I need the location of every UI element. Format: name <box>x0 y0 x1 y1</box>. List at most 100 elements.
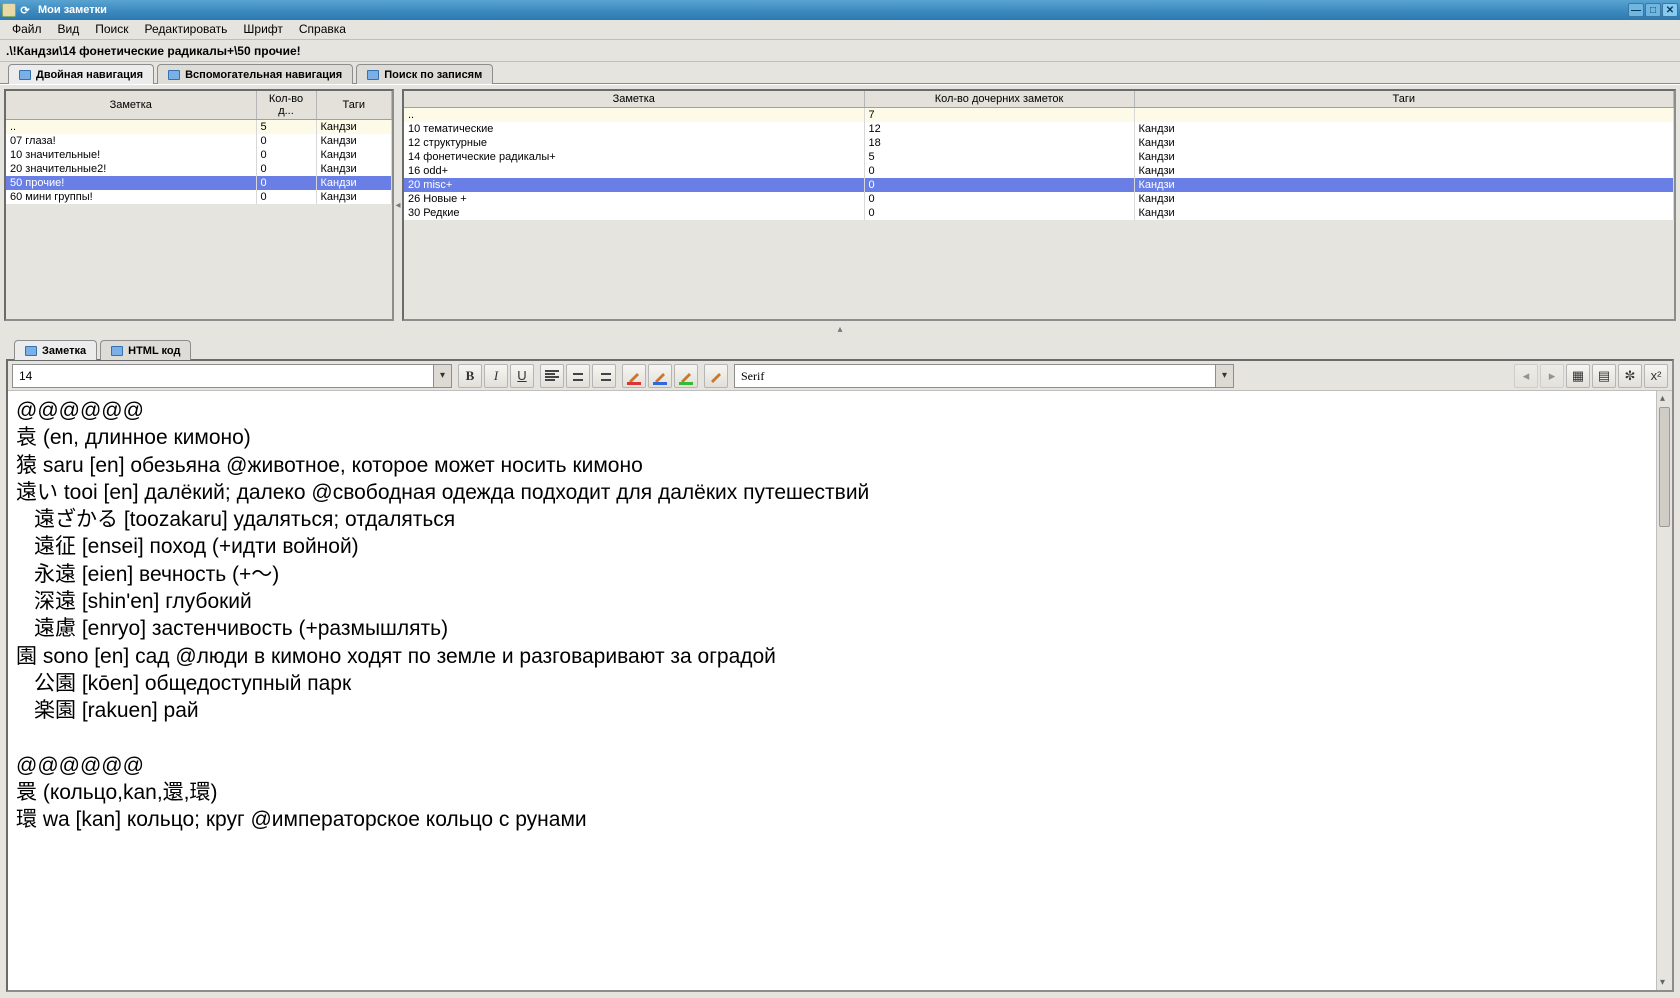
note-editor[interactable]: @@@@@@袁 (en, длинное кимоно)猿 saru [en] … <box>8 391 1656 990</box>
table-cell: Кандзи <box>1134 136 1674 150</box>
table-row[interactable]: 10 тематические12Кандзи <box>404 122 1674 136</box>
table-cell: 12 структурные <box>404 136 864 150</box>
table-cell: 16 odd+ <box>404 164 864 178</box>
scrollbar-thumb[interactable] <box>1659 407 1670 527</box>
refresh-icon: ⟳ <box>18 3 32 17</box>
table-cell: Кандзи <box>1134 192 1674 206</box>
font-size-combo[interactable]: 14 <box>12 364 452 388</box>
vertical-splitter[interactable] <box>394 89 402 321</box>
left-tree[interactable]: ЗаметкаКол-во д...Таги..5Кандзи07 глаза!… <box>4 89 394 321</box>
table-row[interactable]: 20 misc+0Кандзи <box>404 178 1674 192</box>
table-row[interactable]: 30 Редкие0Кандзи <box>404 206 1674 220</box>
breadcrumb: .\!Кандзи\14 фонетические радикалы+\50 п… <box>0 40 1680 62</box>
editor-toolbar: 14 B I U <box>8 361 1672 391</box>
horizontal-splitter[interactable] <box>0 325 1680 333</box>
settings-button[interactable]: ✼ <box>1618 364 1642 388</box>
column-header[interactable]: Заметка <box>6 91 256 120</box>
table-cell: 26 Новые + <box>404 192 864 206</box>
editor-scrollbar[interactable] <box>1656 391 1672 990</box>
column-header[interactable]: Заметка <box>404 91 864 108</box>
table-row[interactable]: 10 значительные!0Кандзи <box>6 148 392 162</box>
tab-note[interactable]: Заметка <box>14 340 97 360</box>
note-line: 深遠 [shin'en] глубокий <box>16 588 1648 615</box>
tab-aux-nav[interactable]: Вспомогательная навигация <box>157 64 353 84</box>
insert-table-button[interactable]: ▦ <box>1566 364 1590 388</box>
menu-help[interactable]: Справка <box>291 19 354 39</box>
superscript-button[interactable]: x² <box>1644 364 1668 388</box>
insert-image-button[interactable]: ▤ <box>1592 364 1616 388</box>
table-cell: 50 прочие! <box>6 176 256 190</box>
table-row[interactable]: 14 фонетические радикалы+5Кандзи <box>404 150 1674 164</box>
menu-search[interactable]: Поиск <box>87 19 136 39</box>
tab-label: HTML код <box>128 345 180 357</box>
tab-dual-nav[interactable]: Двойная навигация <box>8 64 154 84</box>
table-cell: 14 фонетические радикалы+ <box>404 150 864 164</box>
menu-edit[interactable]: Редактировать <box>137 19 236 39</box>
table-row[interactable]: 60 мини группы!0Кандзи <box>6 190 392 204</box>
text-color-red-button[interactable] <box>622 364 646 388</box>
table-cell: 18 <box>864 136 1134 150</box>
align-left-button[interactable] <box>540 364 564 388</box>
table-row[interactable]: 20 значительные2!0Кандзи <box>6 162 392 176</box>
table-row[interactable]: 26 Новые +0Кандзи <box>404 192 1674 206</box>
menu-view[interactable]: Вид <box>50 19 88 39</box>
font-family-combo[interactable]: Serif <box>734 364 1234 388</box>
minimize-button[interactable]: — <box>1628 3 1644 17</box>
pencil-icon <box>679 369 693 383</box>
dropdown-arrow-icon[interactable] <box>1215 365 1233 387</box>
align-center-button[interactable] <box>566 364 590 388</box>
table-cell: Кандзи <box>316 176 392 190</box>
note-line: 猿 saru [en] обезьяна @животное, которое … <box>16 452 1648 479</box>
table-cell <box>1134 108 1674 122</box>
table-cell: .. <box>6 120 256 134</box>
left-table[interactable]: ЗаметкаКол-во д...Таги..5Кандзи07 глаза!… <box>6 91 392 204</box>
dropdown-arrow-icon[interactable] <box>433 365 451 387</box>
table-cell: 20 misc+ <box>404 178 864 192</box>
text-color-green-button[interactable] <box>674 364 698 388</box>
column-header[interactable]: Кол-во дочерних заметок <box>864 91 1134 108</box>
table-cell: 5 <box>256 120 316 134</box>
table-cell: 07 глаза! <box>6 134 256 148</box>
align-left-icon <box>545 370 559 382</box>
column-header[interactable]: Кол-во д... <box>256 91 316 120</box>
note-line <box>16 725 1648 752</box>
menu-font[interactable]: Шрифт <box>235 19 290 39</box>
table-row[interactable]: ..7 <box>404 108 1674 122</box>
note-tabs: Заметка HTML код <box>6 337 1674 359</box>
close-button[interactable]: ✕ <box>1662 3 1678 17</box>
menu-file[interactable]: Файл <box>4 19 50 39</box>
tab-label: Поиск по записям <box>384 69 482 81</box>
table-row[interactable]: 12 структурные18Кандзи <box>404 136 1674 150</box>
note-line: @@@@@@ <box>16 397 1648 424</box>
table-cell: 7 <box>864 108 1134 122</box>
table-cell: Кандзи <box>316 120 392 134</box>
pencil-icon <box>653 369 667 383</box>
align-right-icon <box>597 370 611 382</box>
right-table[interactable]: ЗаметкаКол-во дочерних заметокТаги..710 … <box>404 91 1674 220</box>
underline-button[interactable]: U <box>510 364 534 388</box>
maximize-button[interactable]: □ <box>1645 3 1661 17</box>
note-line: 公園 [kōen] общедоступный парк <box>16 670 1648 697</box>
table-cell: Кандзи <box>1134 150 1674 164</box>
table-row[interactable]: 07 глаза!0Кандзи <box>6 134 392 148</box>
italic-button[interactable]: I <box>484 364 508 388</box>
text-color-blue-button[interactable] <box>648 364 672 388</box>
table-cell: 0 <box>864 178 1134 192</box>
note-line: 遠慮 [enryo] застенчивость (+размышлять) <box>16 615 1648 642</box>
color-swatch <box>627 382 641 385</box>
tab-html[interactable]: HTML код <box>100 340 191 360</box>
bold-button[interactable]: B <box>458 364 482 388</box>
nav-forward-button[interactable]: ▸ <box>1540 364 1564 388</box>
font-family-value: Serif <box>735 365 1215 387</box>
column-header[interactable]: Таги <box>1134 91 1674 108</box>
tab-label: Вспомогательная навигация <box>185 69 342 81</box>
table-row[interactable]: 50 прочие!0Кандзи <box>6 176 392 190</box>
column-header[interactable]: Таги <box>316 91 392 120</box>
tab-search-notes[interactable]: Поиск по записям <box>356 64 493 84</box>
right-tree[interactable]: ЗаметкаКол-во дочерних заметокТаги..710 … <box>402 89 1676 321</box>
table-row[interactable]: 16 odd+0Кандзи <box>404 164 1674 178</box>
align-right-button[interactable] <box>592 364 616 388</box>
custom-color-button[interactable] <box>704 364 728 388</box>
table-row[interactable]: ..5Кандзи <box>6 120 392 134</box>
nav-back-button[interactable]: ◂ <box>1514 364 1538 388</box>
